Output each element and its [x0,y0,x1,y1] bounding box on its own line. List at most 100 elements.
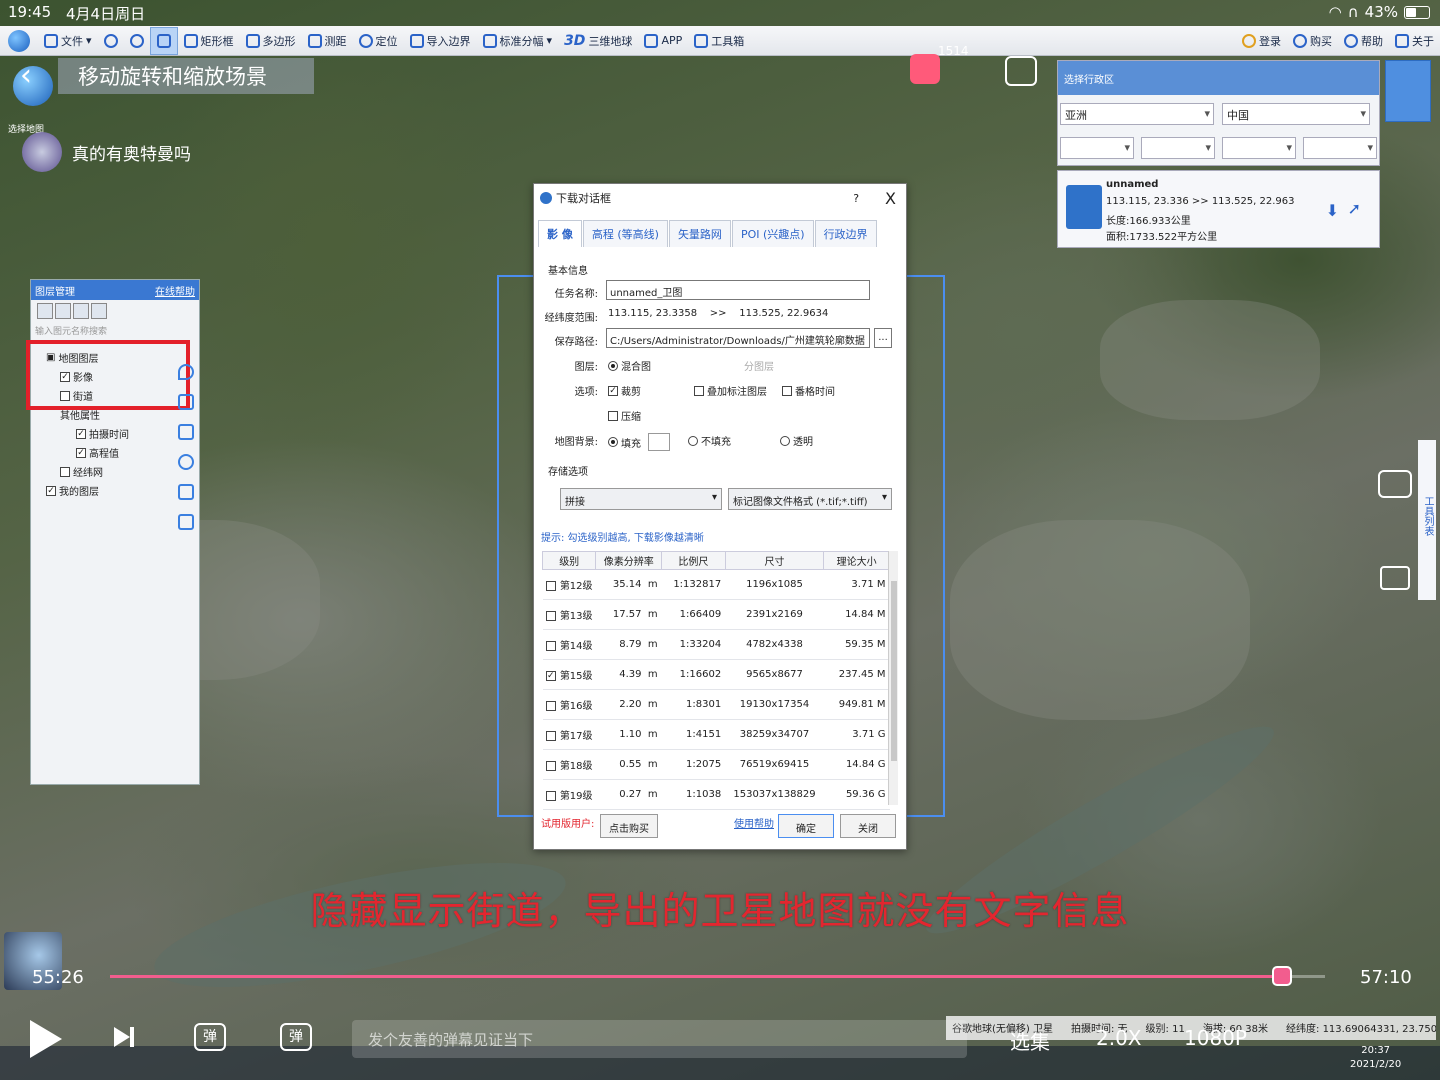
like-button[interactable]: 1514 [910,44,969,84]
toolbar-help[interactable]: 帮助 [1338,27,1389,55]
level-checkbox[interactable] [545,611,556,621]
country-select[interactable]: 中国 [1222,103,1370,125]
settings-icon[interactable] [73,303,89,319]
tool-list-tab[interactable]: 工具列表 [1418,440,1436,600]
level-checkbox[interactable] [545,701,556,711]
archive-time-checkbox[interactable]: 番格时间 [782,383,835,398]
help-link[interactable]: 使用帮助 [734,815,774,830]
fill-radio[interactable]: 填充 [608,433,670,451]
polygon-icon[interactable] [178,424,194,440]
district-select[interactable] [1222,137,1296,159]
toolbar-locate[interactable]: 定位 [353,27,404,55]
uploader-info[interactable]: 真的有奥特曼吗 [22,132,191,172]
toolbar-buy[interactable]: 购买 [1287,27,1338,55]
danmu-input[interactable]: 发个友善的弹幕见证当下 [352,1020,967,1058]
browse-button[interactable]: ... [874,328,892,348]
toolbar-zoom-in[interactable] [98,27,124,55]
camera-icon[interactable] [1378,470,1412,498]
open-folder-icon[interactable] [37,303,53,319]
download-icon[interactable]: ⬇ [1326,201,1339,220]
back-arrow-icon[interactable]: ‹ [20,58,32,93]
toolbar-login[interactable]: 登录 [1236,27,1287,55]
layer-mixed-radio[interactable]: 混合图 [608,358,651,373]
toolbar-3d-earth[interactable]: 3D 三维地球 [558,27,638,55]
city-select[interactable] [1141,137,1215,159]
choose-map-button[interactable]: 选择地图 [8,60,58,140]
danmu-settings-icon[interactable]: 弹 [280,1023,312,1051]
toolbar-zoom-out[interactable] [124,27,150,55]
overlay-label-checkbox[interactable]: 叠加标注图层 [694,383,767,398]
buy-button[interactable]: 点击购买 [600,814,658,838]
tab-elevation[interactable]: 高程 (等高线) [582,220,668,247]
quality-button[interactable]: 1080P [1184,1026,1247,1050]
speed-button[interactable]: 2.0X [1096,1026,1142,1050]
transparent-radio[interactable]: 透明 [780,433,813,448]
table-row[interactable]: 第18级 0.55 m 1:2075 76519x69415 14.84 G [542,749,890,780]
danmu-toggle-icon[interactable]: 弹 [194,1023,226,1051]
table-scrollbar[interactable] [888,551,898,805]
level-checkbox[interactable]: ✓ [545,671,556,681]
table-row[interactable]: 第14级 8.79 m 1:33204 4782x4338 59.35 M [542,629,890,660]
toolbar-polygon[interactable]: 多边形 [240,27,302,55]
toolbar-file[interactable]: 文件 ▾ [38,27,98,55]
toolbar-app[interactable]: APP [638,27,688,55]
toolbar-import-boundary[interactable]: 导入边界 [404,27,477,55]
table-row[interactable]: 第17级 1.10 m 1:4151 38259x34707 3.71 G [542,719,890,750]
tree-graticule[interactable]: 经纬网 [60,464,103,479]
progress-knob[interactable] [1272,966,1293,986]
save-icon[interactable] [55,303,71,319]
town-select[interactable] [1303,137,1377,159]
toolbar-toolbox[interactable]: 工具箱 [688,27,750,55]
fill-color-swatch[interactable] [648,433,670,451]
province-select[interactable] [1060,137,1134,159]
avatar[interactable] [22,132,62,172]
tree-capture-time[interactable]: ✓ 拍摄时间 [76,426,129,441]
table-row[interactable]: ✓ 第15级 4.39 m 1:16602 9565x8677 237.45 M [542,659,890,690]
episodes-button[interactable]: 选集 [1010,1026,1050,1055]
toolbar-about[interactable]: 关于 [1389,27,1440,55]
next-icon[interactable] [114,1027,134,1047]
online-help-link[interactable]: 在线帮助 [155,283,195,298]
toolbar-measure[interactable]: 测距 [302,27,353,55]
compress-checkbox[interactable]: 压缩 [608,408,641,423]
toolbar-standard-sheet[interactable]: 标准分幅 ▾ [477,27,559,55]
toolbar-rectangle[interactable]: 矩形框 [178,27,240,55]
close-button[interactable]: 关闭 [840,814,896,838]
level-checkbox[interactable] [545,581,556,591]
format-select[interactable]: 标记图像文件格式 (*.tif;*.tiff) [728,488,892,510]
help-button[interactable]: ? [853,192,859,205]
level-checkbox[interactable] [545,641,556,651]
rectangle-icon[interactable] [178,484,194,500]
circle-icon[interactable] [178,454,194,470]
save-path-input[interactable]: C:/Users/Administrator/Downloads/广州建筑轮廓数… [606,328,870,348]
tab-admin-boundary[interactable]: 行政边界 [814,220,877,247]
tab-imagery[interactable]: 影 像 [538,220,582,247]
crop-checkbox[interactable]: ✓ 裁剪 [608,383,641,398]
table-row[interactable]: 第13级 17.57 m 1:66409 2391x2169 14.84 M [542,599,890,630]
play-icon[interactable] [30,1020,62,1058]
table-row[interactable]: 第12级 35.14 m 1:132817 1196x1085 3.71 M [542,569,890,600]
tree-elevation[interactable]: ✓ 高程值 [76,445,119,460]
table-row[interactable]: 第19级 0.27 m 1:1038 153037x138829 59.36 G [542,779,890,810]
continent-select[interactable]: 亚洲 [1060,103,1214,125]
marker-icon[interactable] [178,364,194,380]
table-row[interactable]: 第16级 2.20 m 1:8301 19130x17354 949.81 M [542,689,890,720]
search-icon[interactable] [91,303,107,319]
level-checkbox[interactable] [545,761,556,771]
share-icon[interactable]: ➚ [1348,199,1361,218]
eraser-icon[interactable] [178,514,194,530]
merge-select[interactable]: 拼接 [560,488,722,510]
level-checkbox[interactable] [545,791,556,801]
ok-button[interactable]: 确定 [778,814,834,838]
level-checkbox[interactable] [545,731,556,741]
tree-my-layers[interactable]: ✓ 我的图层 [46,483,99,498]
toolbar-pan[interactable] [149,26,178,55]
no-fill-radio[interactable]: 不填充 [688,433,731,448]
line-icon[interactable] [178,394,194,410]
close-icon[interactable]: X [885,189,896,208]
layer-separate-radio[interactable]: 分图层 [744,358,774,373]
layer-search-input[interactable]: 输入图元名称搜索 [31,322,199,339]
tab-vector-roads[interactable]: 矢量路网 [668,220,731,247]
tab-poi[interactable]: POI (兴趣点) [731,220,814,247]
unlock-icon[interactable] [1380,566,1410,590]
